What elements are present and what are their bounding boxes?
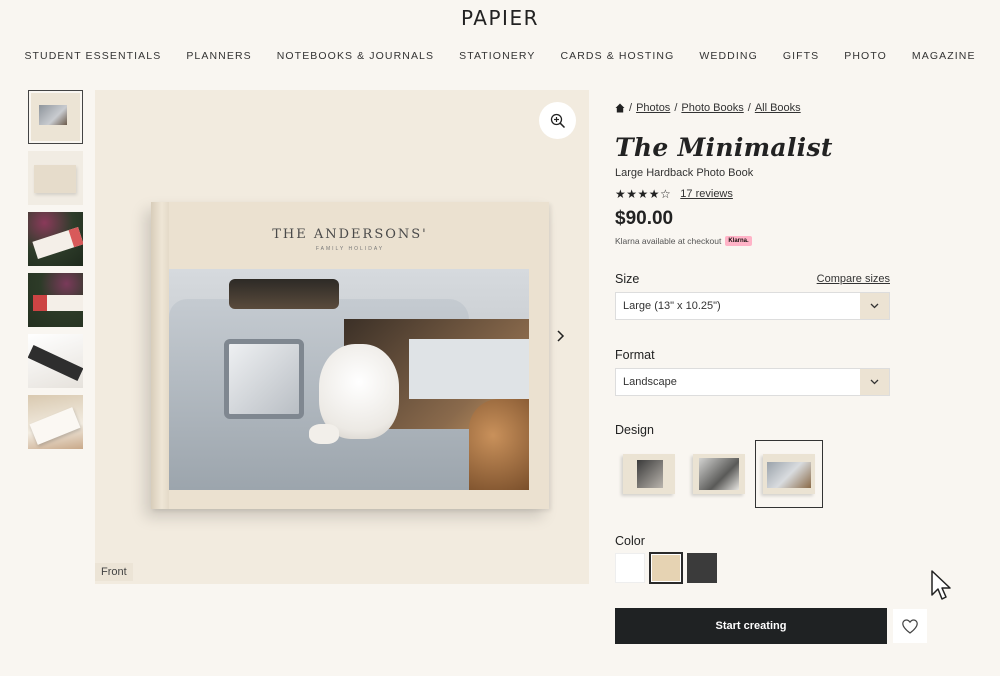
format-label: Format	[615, 348, 655, 362]
next-image-button[interactable]	[553, 326, 569, 346]
zoom-button[interactable]	[539, 102, 576, 139]
breadcrumb-separator: /	[747, 102, 751, 114]
zoom-in-icon	[550, 113, 565, 128]
breadcrumb: / Photos / Photo Books / All Books	[615, 102, 801, 114]
star-rating: ★★★★☆	[615, 187, 672, 201]
nav-item-notebooks-journals[interactable]: NOTEBOOKS & JOURNALS	[277, 50, 434, 62]
chevron-down-icon	[860, 369, 889, 395]
thumbnail-3[interactable]	[28, 212, 83, 266]
start-creating-button[interactable]: Start creating	[615, 608, 887, 644]
compare-sizes-link[interactable]: Compare sizes	[817, 273, 890, 285]
view-label: Front	[95, 563, 133, 581]
klarna-text: Klarna available at checkout	[615, 236, 722, 246]
product-subtitle: Large Hardback Photo Book	[615, 167, 754, 179]
nav-item-gifts[interactable]: GIFTS	[783, 50, 819, 62]
color-swatch-charcoal[interactable]	[687, 553, 717, 583]
klarna-logo: Klarna.	[725, 236, 752, 246]
format-value: Landscape	[623, 376, 677, 388]
format-select[interactable]: Landscape	[615, 368, 890, 396]
rating: ★★★★☆ 17 reviews	[615, 187, 733, 201]
price: $90.00	[615, 208, 674, 229]
breadcrumb-photo-books[interactable]: Photo Books	[681, 102, 743, 114]
chevron-down-icon	[860, 293, 889, 319]
chevron-right-icon	[557, 330, 565, 342]
nav-item-wedding[interactable]: WEDDING	[699, 50, 757, 62]
book-cover: THE ANDERSONS' FAMILY HOLIDAY	[151, 202, 549, 509]
book-cover-title: THE ANDERSONS'	[272, 227, 428, 242]
breadcrumb-separator: /	[674, 102, 678, 114]
cover-photo	[169, 269, 529, 490]
thumbnail-5[interactable]	[28, 334, 83, 388]
reviews-link[interactable]: 17 reviews	[680, 188, 733, 200]
color-options	[615, 552, 717, 584]
size-value: Large (13" x 10.25")	[623, 300, 721, 312]
wishlist-button[interactable]	[893, 609, 927, 643]
klarna-info: Klarna available at checkout Klarna.	[615, 236, 752, 246]
thumbnail-2[interactable]	[28, 151, 83, 205]
nav-item-cards-hosting[interactable]: CARDS & HOSTING	[560, 50, 674, 62]
design-label: Design	[615, 423, 654, 437]
color-swatch-white[interactable]	[615, 553, 645, 583]
book-cover-subtitle: FAMILY HOLIDAY	[315, 246, 385, 252]
heart-icon	[902, 618, 918, 634]
design-option-2[interactable]	[685, 440, 753, 508]
product-title: The Minimalist	[615, 133, 833, 162]
design-options	[615, 440, 823, 508]
main-nav: STUDENT ESSENTIALS PLANNERS NOTEBOOKS & …	[0, 50, 1000, 62]
home-icon[interactable]	[615, 103, 625, 113]
breadcrumb-photos[interactable]: Photos	[636, 102, 670, 114]
size-select[interactable]: Large (13" x 10.25")	[615, 292, 890, 320]
breadcrumb-all-books[interactable]: All Books	[755, 102, 801, 114]
size-label: Size	[615, 272, 640, 286]
design-option-3[interactable]	[755, 440, 823, 508]
nav-item-magazine[interactable]: MAGAZINE	[912, 50, 976, 62]
breadcrumb-separator: /	[629, 102, 633, 114]
main-product-image[interactable]: THE ANDERSONS' FAMILY HOLIDAY Front	[95, 90, 589, 584]
mouse-cursor-icon	[931, 570, 951, 600]
color-swatch-beige[interactable]	[649, 552, 683, 584]
nav-item-student-essentials[interactable]: STUDENT ESSENTIALS	[24, 50, 161, 62]
site-logo[interactable]: PAPIER	[0, 6, 1000, 30]
thumbnail-4[interactable]	[28, 273, 83, 327]
thumbnail-1[interactable]	[28, 90, 83, 144]
nav-item-photo[interactable]: PHOTO	[844, 50, 887, 62]
nav-item-stationery[interactable]: STATIONERY	[459, 50, 535, 62]
nav-item-planners[interactable]: PLANNERS	[186, 50, 251, 62]
thumbnail-6[interactable]	[28, 395, 83, 449]
color-label: Color	[615, 534, 645, 548]
thumbnail-list	[28, 90, 83, 456]
design-option-1[interactable]	[615, 440, 683, 508]
